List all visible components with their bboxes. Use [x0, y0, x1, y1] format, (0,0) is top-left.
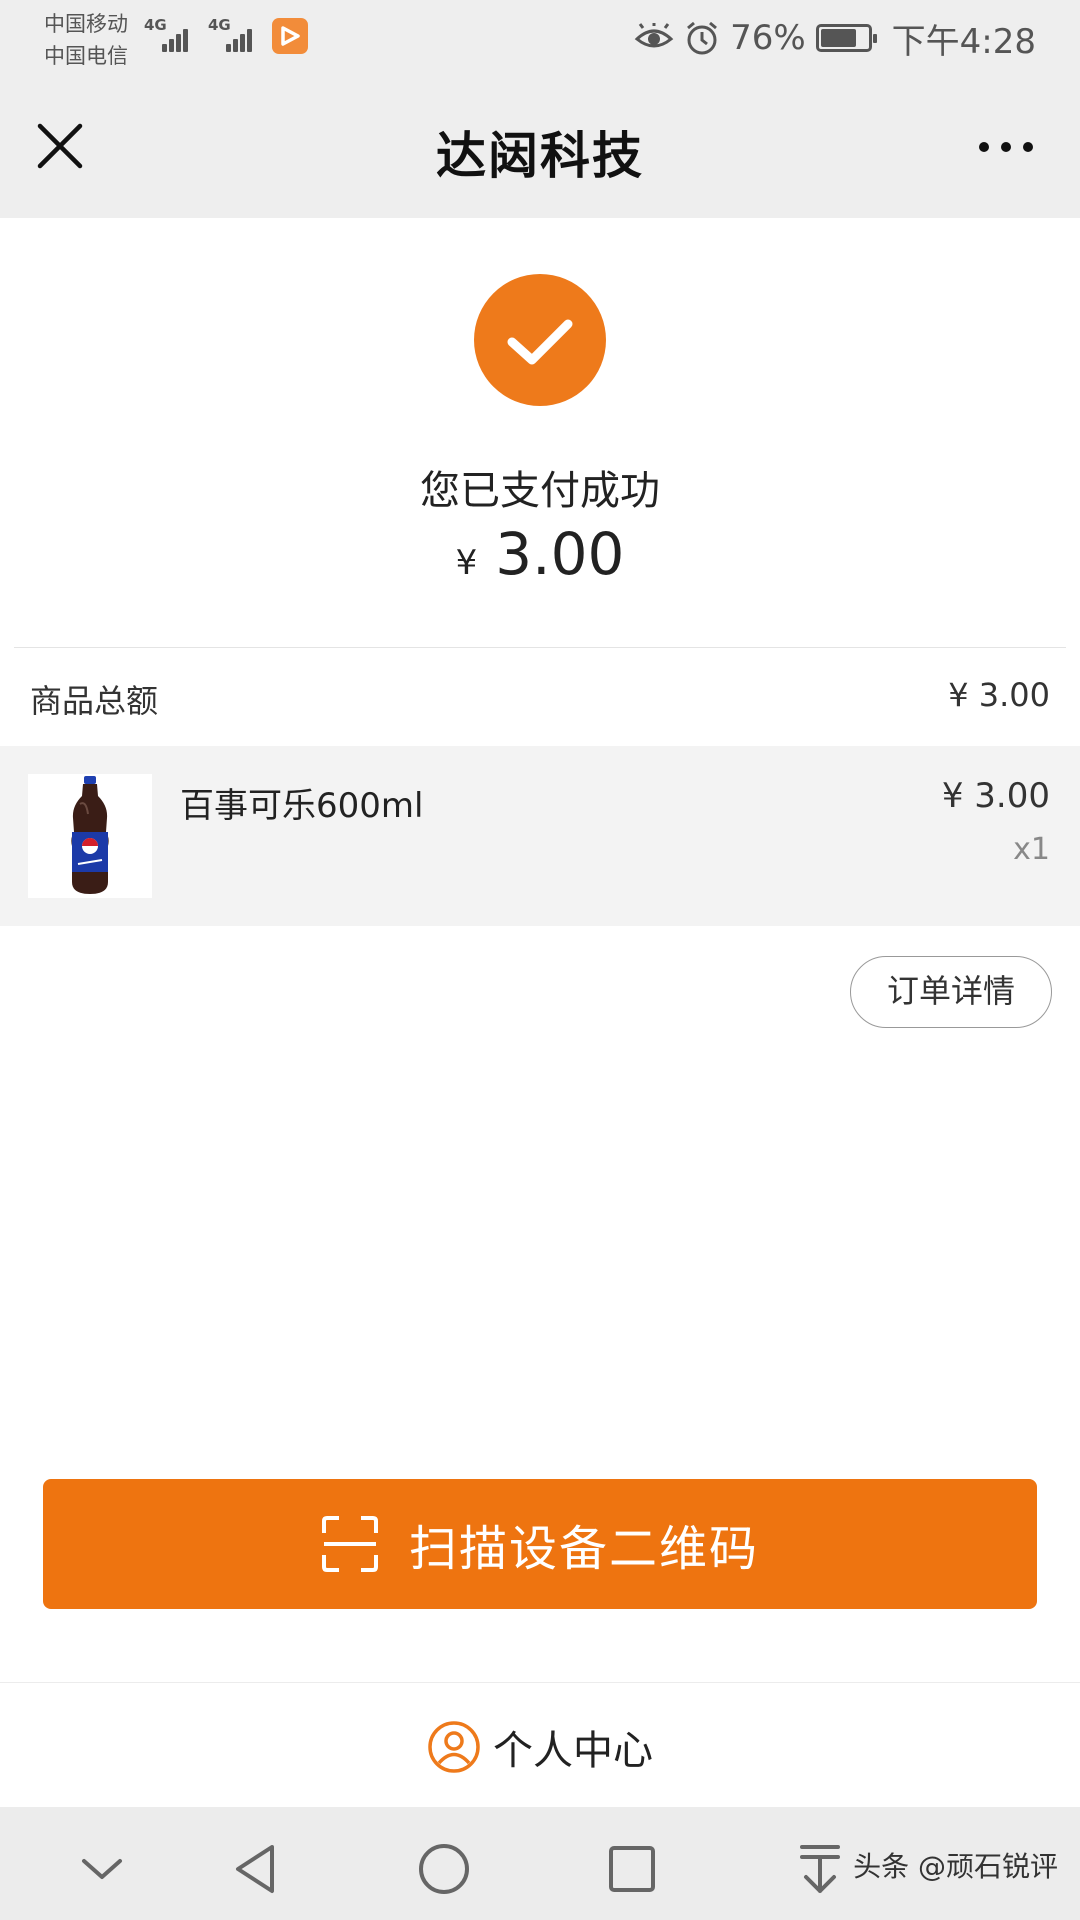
- eye-icon: [634, 23, 674, 48]
- product-quantity: x1: [1013, 832, 1050, 867]
- alarm-icon: [687, 21, 718, 55]
- paid-amount: ¥ 3.00: [0, 520, 1080, 588]
- recents-icon[interactable]: [602, 1839, 662, 1899]
- success-check-icon: [474, 274, 606, 406]
- total-label: 商品总额: [30, 682, 159, 720]
- app-notification-icon: [272, 18, 308, 54]
- scan-qr-button[interactable]: 扫描设备二维码: [43, 1479, 1037, 1609]
- page-title: 达闼科技: [436, 127, 644, 185]
- list-item: 百事可乐600ml ¥ 3.00 x1: [0, 746, 1080, 926]
- product-image: [28, 774, 152, 898]
- status-right: 76% 下午4:28: [634, 14, 1036, 62]
- pull-down-icon[interactable]: [790, 1839, 850, 1899]
- divider: [0, 1682, 1080, 1683]
- user-icon: [428, 1721, 480, 1773]
- clock: 下午4:28: [891, 21, 1036, 62]
- more-button[interactable]: [970, 122, 1042, 172]
- personal-center-label: 个人中心: [493, 1728, 653, 1774]
- carrier-2-label: 中国电信: [44, 44, 128, 68]
- carrier-1-label: 中国移动: [44, 12, 128, 36]
- product-price: ¥ 3.00: [941, 776, 1050, 816]
- scan-icon: [321, 1516, 378, 1572]
- battery-percent: 76%: [730, 18, 806, 58]
- scan-qr-label: 扫描设备二维码: [408, 1521, 759, 1577]
- currency-symbol: ¥: [455, 543, 478, 583]
- system-nav-bar: 头条 @顽石锐评: [0, 1807, 1080, 1920]
- battery-icon: [815, 24, 877, 52]
- home-icon[interactable]: [414, 1839, 474, 1899]
- watermark: 头条 @顽石锐评: [853, 1850, 1058, 1883]
- order-detail-button[interactable]: 订单详情: [850, 956, 1052, 1028]
- chevron-down-icon[interactable]: [72, 1839, 132, 1899]
- header: 达闼科技: [0, 78, 1080, 218]
- product-name: 百事可乐600ml: [180, 786, 424, 826]
- back-icon[interactable]: [226, 1839, 286, 1899]
- divider: [14, 647, 1066, 648]
- carriers: 中国移动 中国电信: [44, 8, 128, 72]
- more-icon: [979, 142, 1033, 152]
- personal-center-button[interactable]: 个人中心: [0, 1712, 1080, 1782]
- total-value: ¥ 3.00: [948, 676, 1050, 714]
- status-bar: 中国移动 中国电信 4G 4G 76% 下午4:28: [0, 0, 1080, 78]
- amount-value: 3.00: [495, 520, 625, 588]
- payment-success-message: 您已支付成功: [420, 468, 660, 514]
